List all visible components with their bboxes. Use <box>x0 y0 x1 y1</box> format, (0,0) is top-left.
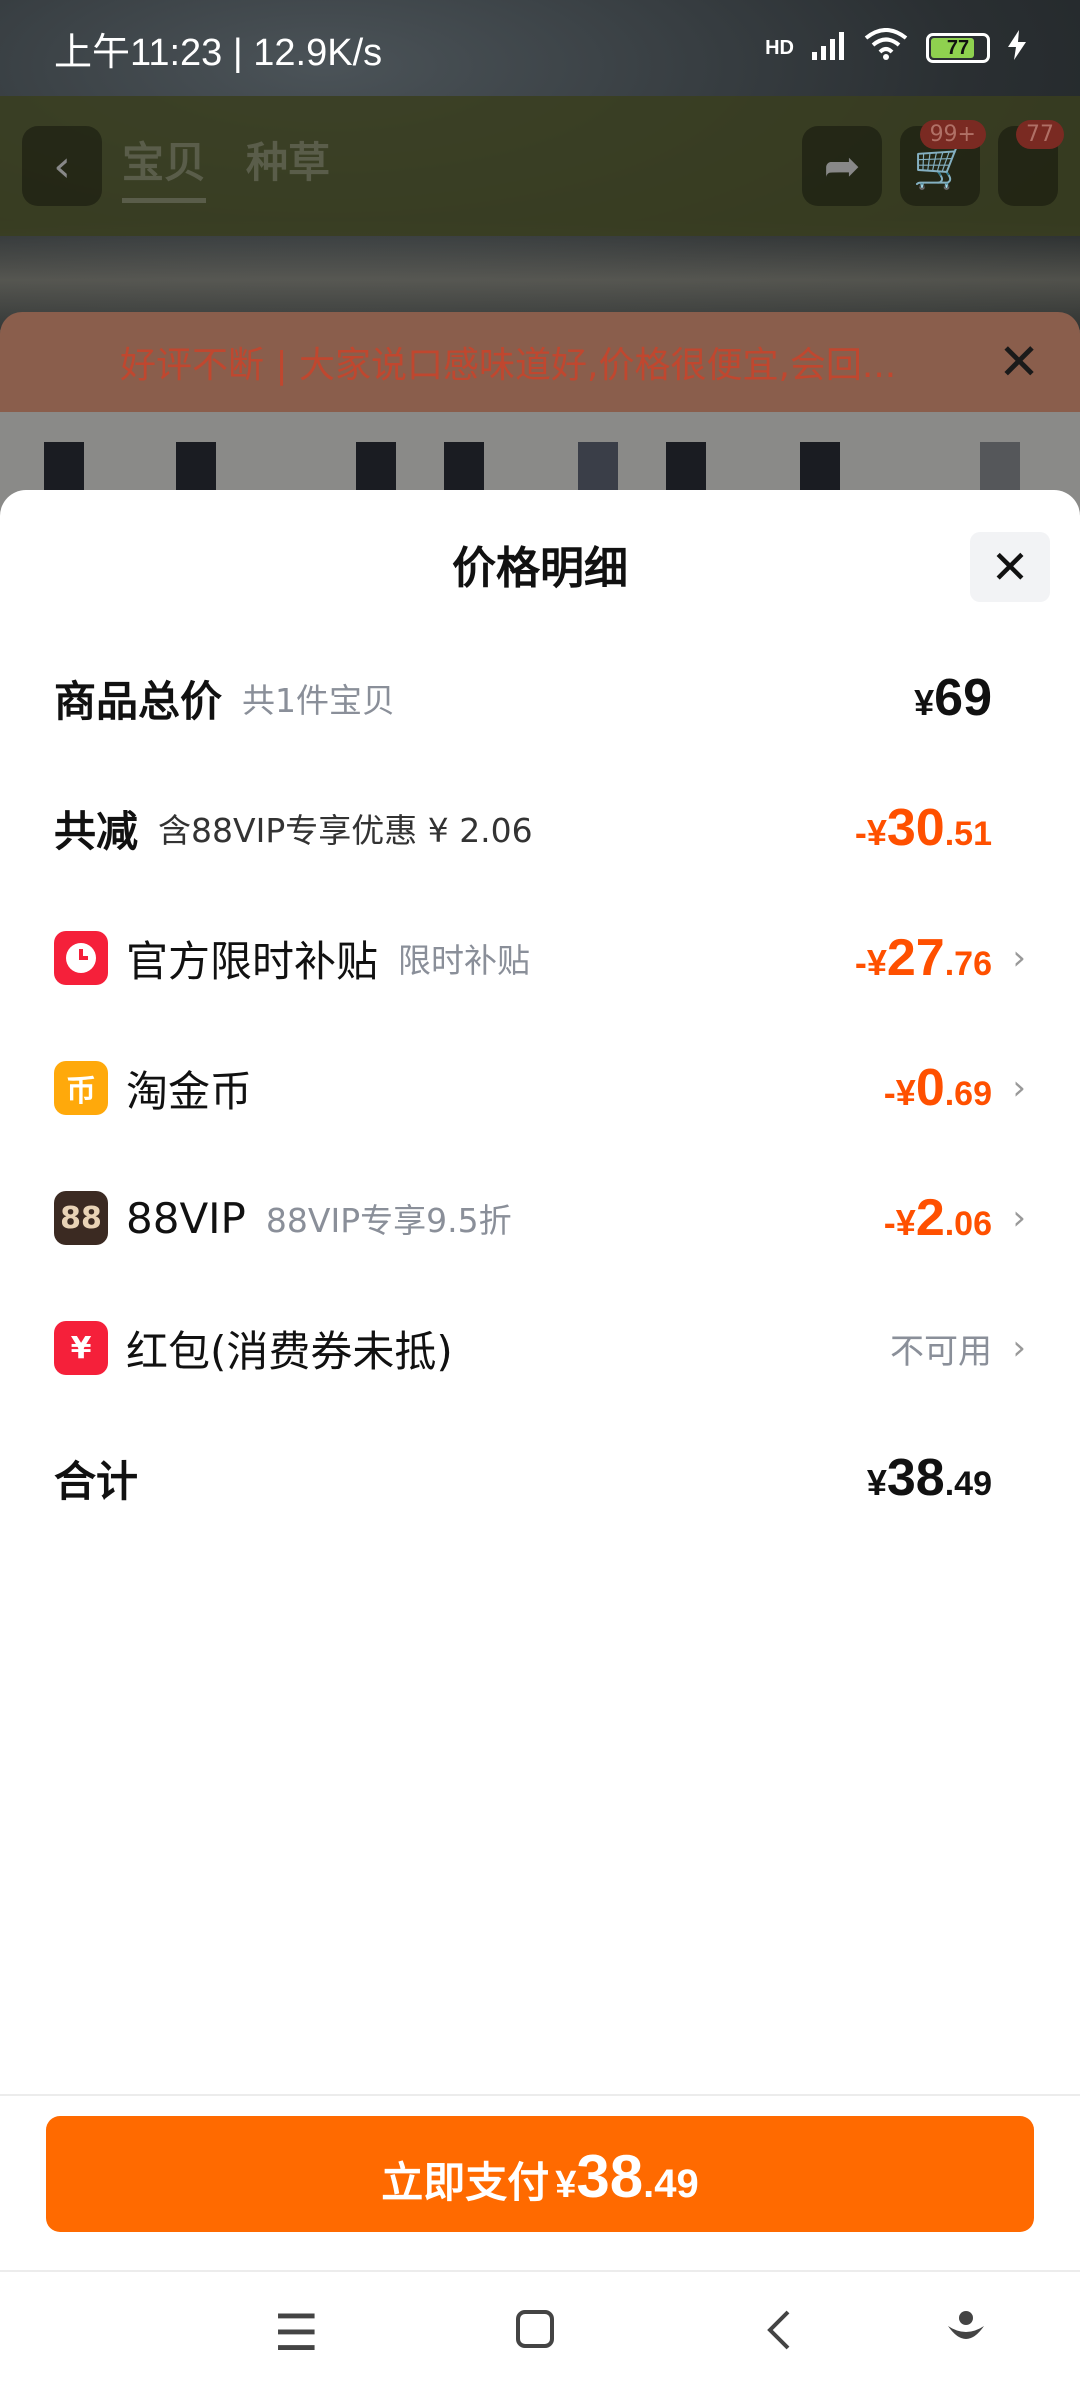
red-packet-label: 红包(消费券未抵) <box>126 1326 453 1376</box>
chevron-right-icon: › <box>1012 938 1026 978</box>
total-price-value: ¥69 <box>914 669 992 727</box>
row-sum: 合计 ¥38.49 <box>0 1428 1080 1528</box>
charging-icon <box>1008 27 1026 70</box>
coin-label: 淘金币 <box>126 1066 253 1116</box>
status-bar: 上午11:23 | 12.9K/s HD 77 <box>0 0 1080 96</box>
pay-now-button[interactable]: 立即支付 ¥ 38 .49 <box>46 2116 1034 2232</box>
cart-button[interactable]: 🛒 99+ <box>900 120 986 206</box>
status-icons: HD 77 <box>765 27 1026 70</box>
tab-zhongcao[interactable]: 种草 <box>246 129 330 203</box>
sheet-header: 价格明细 ✕ <box>0 490 1080 610</box>
tab-baobei[interactable]: 宝贝 <box>122 129 207 203</box>
pay-label: 立即支付 <box>381 2159 550 2206</box>
coin-value: -¥ 0.69 <box>883 1059 992 1117</box>
message-badge: 77 <box>1016 120 1064 149</box>
back-button[interactable]: ‹ <box>22 126 102 206</box>
system-nav-bar: ☰ <box>0 2270 1080 2400</box>
share-icon: ➦ <box>823 140 861 192</box>
review-promo-bar[interactable]: 好评不断 | 大家说口感味道好,价格很便宜,会回... ✕ <box>0 312 1080 412</box>
row-taojinbi[interactable]: 币 淘金币 -¥ 0.69 › <box>0 1038 1080 1138</box>
sum-value: ¥38.49 <box>866 1449 992 1507</box>
cart-badge: 99+ <box>919 120 986 149</box>
vip-value: -¥ 2.06 <box>883 1189 992 1247</box>
subsidy-value: -¥ 27.76 <box>854 929 992 987</box>
sheet-title: 价格明细 <box>452 543 628 594</box>
battery-icon: 77 <box>926 33 990 63</box>
back-nav-icon[interactable] <box>764 2308 794 2360</box>
sum-label: 合计 <box>54 1456 139 1506</box>
chevron-right-icon: › <box>1012 1328 1026 1368</box>
product-nav-bar: ‹ 宝贝 种草 ➦ 🛒 99+ 77 <box>0 96 1080 236</box>
clock-icon <box>54 931 108 985</box>
pay-amount-int: 38 <box>576 2143 644 2210</box>
total-price-count: 共1件宝贝 <box>242 681 396 720</box>
total-price-label: 商品总价 <box>54 676 223 726</box>
vip-label: 88VIP <box>126 1193 246 1243</box>
reduction-value: -¥ 30.51 <box>854 799 992 857</box>
row-total-reduction: 共减 含88VIP专享优惠 ¥ 2.06 -¥ 30.51 <box>0 778 1080 878</box>
row-total-price: 商品总价 共1件宝贝 ¥69 <box>0 648 1080 748</box>
red-packet-icon: ¥ <box>54 1321 108 1375</box>
home-icon[interactable] <box>514 2308 556 2358</box>
nav-tabs: 宝贝 种草 <box>122 129 802 203</box>
coin-icon: 币 <box>54 1061 108 1115</box>
chevron-right-icon: › <box>1012 1068 1026 1108</box>
red-packet-status: 不可用 <box>890 1331 992 1372</box>
subsidy-tag: 限时补贴 <box>398 941 531 980</box>
share-button[interactable]: ➦ <box>802 126 882 206</box>
pay-amount-dec: .49 <box>643 2162 699 2206</box>
reduction-detail: 含88VIP专享优惠 ¥ 2.06 <box>158 811 533 850</box>
signal-icon <box>812 27 846 70</box>
subsidy-label: 官方限时补贴 <box>126 936 379 986</box>
assistant-icon[interactable] <box>946 2308 986 2360</box>
row-official-subsidy[interactable]: 官方限时补贴 限时补贴 -¥ 27.76 › <box>0 908 1080 1008</box>
network-icon: HD <box>765 36 794 59</box>
row-red-packet[interactable]: ¥ 红包(消费券未抵) 不可用 › <box>0 1298 1080 1398</box>
menu-icon[interactable]: ☰ <box>274 2308 319 2358</box>
promo-text: 好评不断 | 大家说口感味道好,价格很便宜,会回... <box>120 345 897 386</box>
reduction-label: 共减 <box>54 806 139 856</box>
vip-88-icon: 88 <box>54 1191 108 1245</box>
more-button[interactable]: 77 <box>998 120 1064 206</box>
pay-currency: ¥ <box>555 2164 577 2206</box>
close-button[interactable]: ✕ <box>970 532 1050 602</box>
promo-close-icon[interactable]: ✕ <box>998 333 1040 391</box>
checkout-footer: 立即支付 ¥ 38 .49 <box>0 2094 1080 2270</box>
chevron-left-icon: ‹ <box>53 140 71 192</box>
nav-actions: ➦ 🛒 99+ 77 <box>802 120 1064 206</box>
price-detail-sheet: 价格明细 ✕ 商品总价 共1件宝贝 ¥69 共减 含88VIP专享优惠 ¥ 2.… <box>0 490 1080 2270</box>
row-88vip[interactable]: 88 88VIP 88VIP专享9.5折 -¥ 2.06 › <box>0 1168 1080 1268</box>
battery-level: 77 <box>946 36 970 59</box>
vip-discount: 88VIP专享9.5折 <box>265 1201 512 1240</box>
wifi-icon <box>864 27 908 70</box>
chevron-right-icon: › <box>1012 1198 1026 1238</box>
status-time: 上午11:23 | 12.9K/s <box>54 31 383 74</box>
close-icon: ✕ <box>990 540 1030 594</box>
